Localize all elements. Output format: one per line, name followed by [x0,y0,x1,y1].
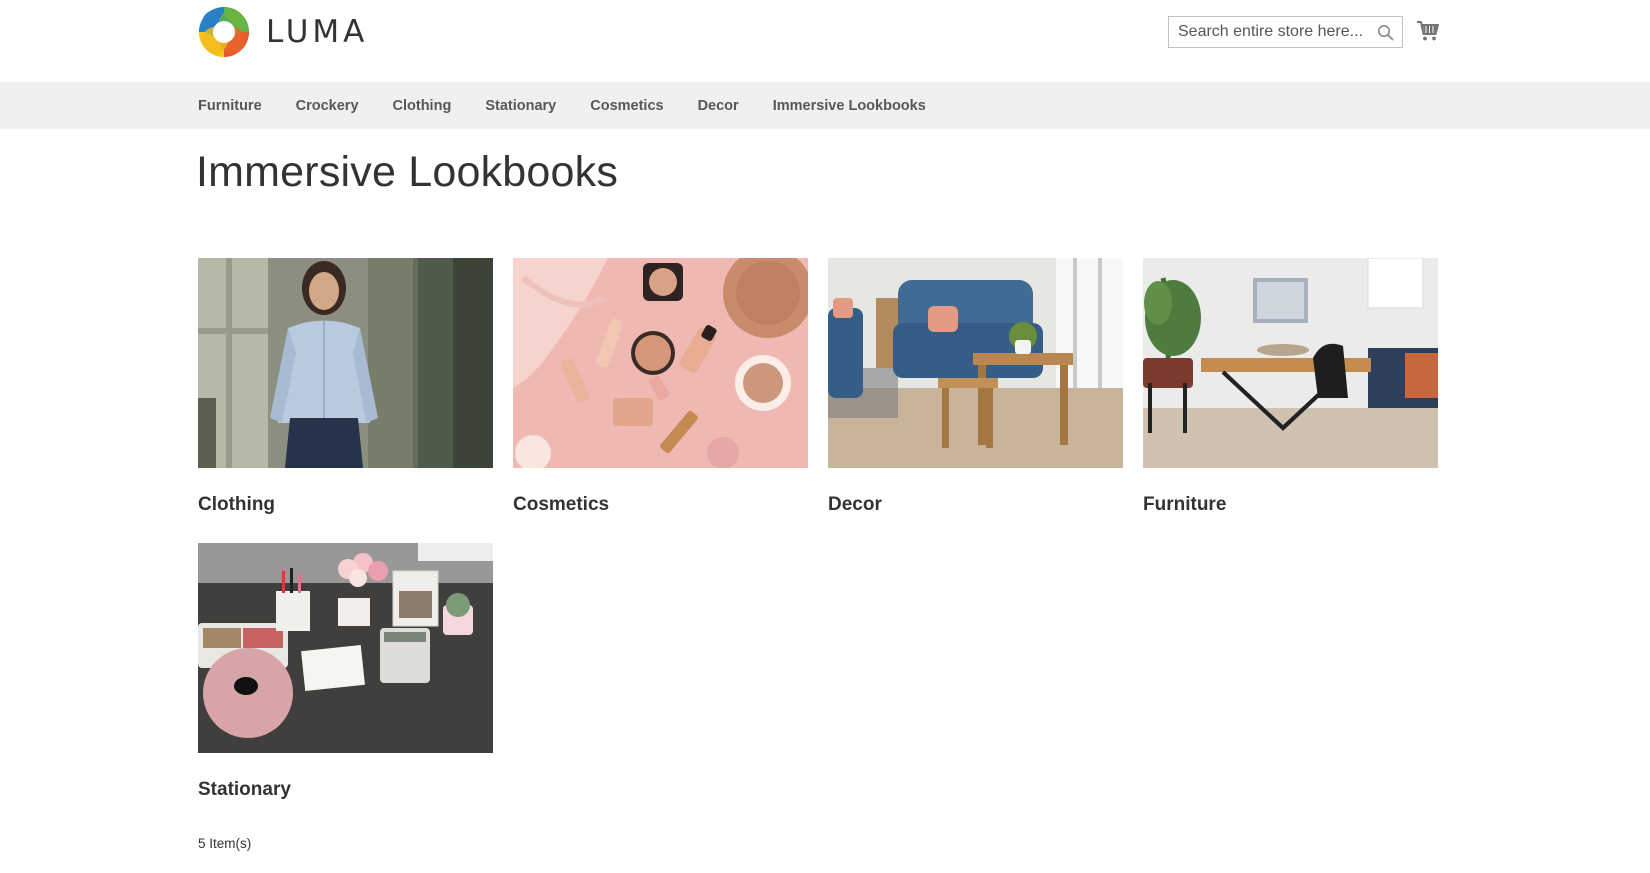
category-card-decor: Decor [828,258,1123,515]
decor-image[interactable] [828,258,1123,468]
stationary-image[interactable] [198,543,493,753]
search-icon[interactable] [1377,24,1394,41]
nav-item-clothing[interactable]: Clothing [393,98,452,114]
main-navigation: Furniture Crockery Clothing Stationary C… [0,82,1650,129]
category-name[interactable]: Clothing [198,494,275,516]
site-header: LUMA [0,0,1650,82]
cosmetics-image[interactable] [513,258,808,468]
category-name[interactable]: Stationary [198,779,291,801]
search-box [1168,16,1403,48]
page-title: Immersive Lookbooks [196,148,619,196]
luma-logo-icon [199,7,249,57]
nav-item-immersive-lookbooks[interactable]: Immersive Lookbooks [773,98,926,114]
search-input[interactable] [1169,17,1402,47]
nav-item-furniture[interactable]: Furniture [198,98,262,114]
clothing-image[interactable] [198,258,493,468]
furniture-image[interactable] [1143,258,1438,468]
nav-item-decor[interactable]: Decor [698,98,739,114]
category-name[interactable]: Cosmetics [513,494,609,516]
nav-item-stationary[interactable]: Stationary [485,98,556,114]
item-count: 5 Item(s) [198,836,252,851]
nav-item-cosmetics[interactable]: Cosmetics [590,98,663,114]
category-card-clothing: Clothing [198,258,493,515]
store-logo[interactable]: LUMA [198,6,368,58]
category-card-furniture: Furniture [1143,258,1438,515]
category-name[interactable]: Decor [828,494,882,516]
category-name[interactable]: Furniture [1143,494,1226,516]
category-card-stationary: Stationary [198,543,493,800]
logo-text: LUMA [266,14,369,50]
category-card-cosmetics: Cosmetics [513,258,808,515]
nav-item-crockery[interactable]: Crockery [296,98,359,114]
shopping-cart-icon[interactable] [1416,19,1440,43]
